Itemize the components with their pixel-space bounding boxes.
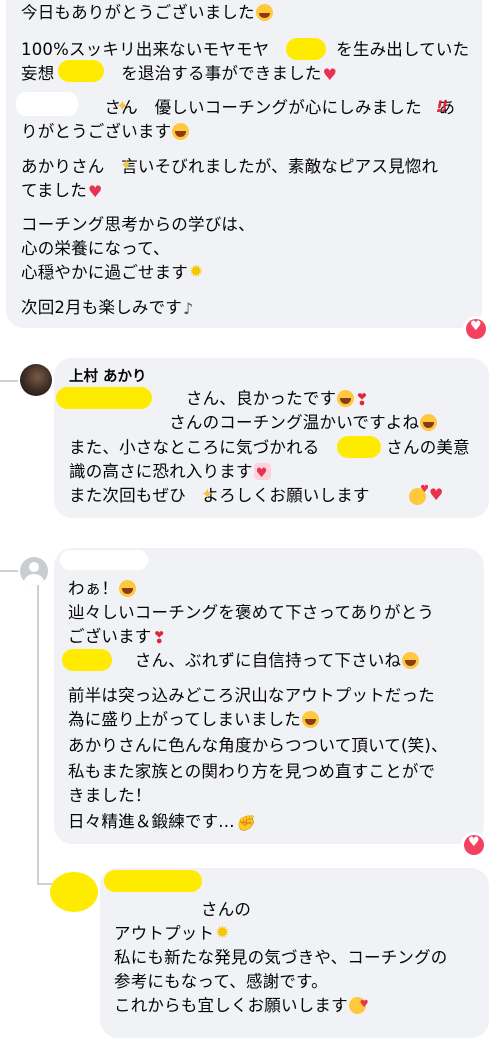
red-heart-exclamation-icon — [355, 388, 369, 412]
comment1-line-10: 心穏やかに過ごせます — [21, 260, 206, 285]
comment1-line-9: 心の栄養になって、 — [21, 239, 170, 258]
heart-emoji-icon — [323, 63, 339, 87]
sun-emoji-icon — [215, 921, 232, 945]
thread-line — [37, 585, 39, 885]
reply2-line-6: 為に盛り上がってしまいました — [68, 708, 319, 732]
heart-reaction-icon[interactable] — [464, 835, 484, 855]
reply2-line-7: あかりさんに色んな角度からつついて頂いて(笑)、 — [68, 736, 448, 755]
heart-reaction-icon[interactable] — [466, 319, 486, 339]
reply2-line-10: 日々精進＆鍛練です... — [68, 810, 255, 835]
comment1-line-5: りがとうございます — [21, 120, 190, 144]
reply3-line-1: さんの — [201, 900, 252, 919]
reply1-line-3: また、小さなところに気づかれる さんの美意 — [69, 438, 470, 457]
reply1-line-2: さんのコーチング温かいですよね — [69, 411, 438, 435]
comment1-line-7: てました — [21, 179, 104, 204]
default-avatar-icon[interactable] — [20, 557, 48, 585]
redacted-text — [58, 60, 104, 82]
grinning-emoji-icon — [172, 123, 190, 140]
reply2-line-1: わぁ！ — [68, 577, 137, 601]
comment1-line-4: さん 優しいコーチングが心にしみました あ — [21, 98, 456, 117]
red-heart-exclamation-icon — [153, 626, 167, 650]
redacted-text — [286, 38, 326, 60]
reply2-line-4: さん、ぶれずに自信持って下さいね — [68, 649, 420, 673]
redacted-name — [60, 550, 148, 570]
avatar[interactable] — [20, 364, 52, 396]
flexed-arm-emoji-icon — [236, 811, 255, 835]
smiling-hearts-emoji-icon — [348, 993, 369, 1017]
reply3-line-2: アウトプット — [114, 921, 232, 946]
music-notes-icon — [183, 297, 199, 321]
reply1-line-5: また次回もぜひ よろしくお願いします — [69, 486, 370, 505]
reply2-line-3: ございます — [68, 625, 167, 650]
double-exclamation-icon — [437, 97, 451, 116]
redacted-text — [56, 387, 152, 409]
reply1-line-4: 識の高さに恐れ入ります — [69, 460, 271, 486]
smiling-emoji-icon — [402, 652, 420, 669]
laughing-emoji-icon — [119, 580, 137, 597]
sparkles-emoji-icon — [201, 485, 217, 504]
sparkles-emoji-icon — [116, 97, 132, 116]
heart-emoji-icon — [88, 180, 104, 204]
redacted-text — [337, 436, 381, 458]
redacted-name — [16, 92, 78, 116]
reply2-line-5: 前半は突っ込みどころ沢山なアウトプットだった — [68, 686, 435, 705]
thread-line — [0, 570, 18, 572]
redacted-text — [62, 649, 112, 671]
heart-pulse-emoji-icon — [253, 462, 271, 486]
sun-emoji-icon — [189, 260, 206, 284]
comment1-line-8: コーチング思考からの学びは、 — [21, 215, 255, 234]
reply2-line-2: 辿々しいコーチングを褒めて下さってありがとう — [68, 603, 435, 622]
avatar[interactable] — [50, 872, 98, 912]
sparkles-emoji-icon — [120, 156, 136, 175]
reply3-line-5: これからも宜しくお願いします — [114, 993, 369, 1018]
reply3-line-3: 私にも新たな発見の気づきや、コーチングの — [114, 948, 448, 967]
rofl-emoji-icon — [301, 711, 319, 728]
comment1-line-1: 今日もありがとうございました — [21, 1, 273, 25]
comment1-line-11: 次回2月も楽しみです — [21, 296, 199, 321]
reply3-line-4: 参考にもなって、感謝です。 — [114, 972, 328, 991]
thread-line — [0, 380, 18, 382]
redacted-name — [104, 870, 202, 892]
comment1-line-6: あかりさん 言いそびれましたが、素敵なピアス見惚れ — [21, 157, 439, 176]
laughing-emoji-icon — [337, 390, 355, 407]
comment1-line-2: 100%スッキリ出来ないモヤモヤ を生み出していた — [21, 40, 470, 59]
crying-emoji-icon — [255, 4, 273, 21]
heart-emoji-icon — [429, 485, 445, 504]
smiling-emoji-icon — [420, 414, 438, 431]
reply2-line-8: 私もまた家族との関わり方を見つめ直すことがで — [68, 762, 436, 781]
smiling-hearts-emoji-icon — [409, 484, 429, 505]
author-name[interactable]: 上村 あかり — [69, 365, 147, 386]
reply2-line-9: きました！ — [68, 786, 152, 805]
